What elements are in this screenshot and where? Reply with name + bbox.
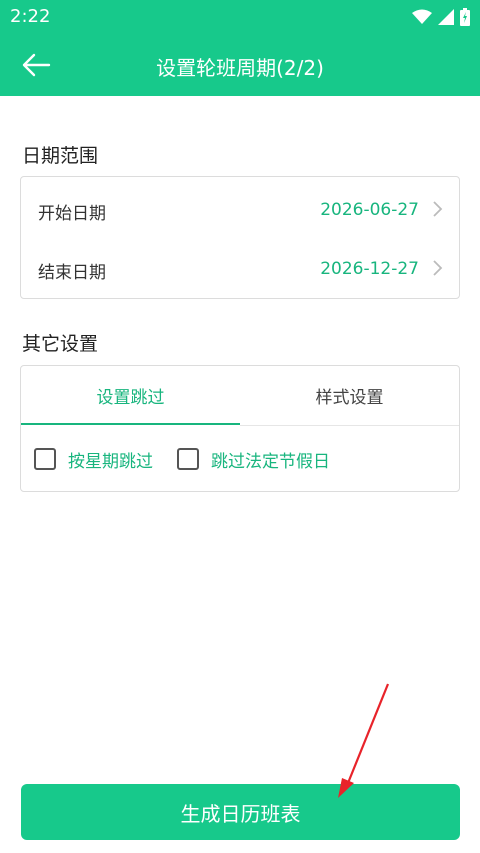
active-tab-indicator (21, 423, 240, 425)
skip-by-weekday-label: 按星期跳过 (68, 451, 153, 472)
tab-skip-settings[interactable]: 设置跳过 (21, 366, 240, 425)
skip-holidays-checkbox[interactable] (177, 448, 199, 470)
app-screen: 2:22 设置轮班周期(2/2) 日期范围 开始日期 2026-06-27 结束… (0, 0, 480, 853)
end-date-value: 2026-12-27 (320, 259, 419, 279)
chevron-right-icon (433, 201, 443, 217)
tab-skip-settings-label: 设置跳过 (96, 388, 165, 408)
chevron-right-icon (433, 260, 443, 276)
skip-holidays-option[interactable]: 跳过法定节假日 (177, 446, 330, 472)
tab-style-settings-label: 样式设置 (315, 388, 384, 408)
other-settings-card: 设置跳过 样式设置 按星期跳过 跳过法定节假日 (20, 365, 460, 492)
date-range-section-title: 日期范围 (22, 145, 99, 167)
annotation-arrow-icon (338, 683, 390, 798)
start-date-label: 开始日期 (38, 204, 106, 224)
start-date-row[interactable]: 开始日期 2026-06-27 (21, 179, 459, 238)
status-time: 2:22 (10, 6, 51, 27)
tab-style-settings[interactable]: 样式设置 (240, 366, 459, 425)
wifi-icon (412, 9, 432, 24)
app-header: 设置轮班周期(2/2) (0, 33, 480, 96)
skip-holidays-label: 跳过法定节假日 (211, 451, 330, 472)
date-range-card: 开始日期 2026-06-27 结束日期 2026-12-27 (20, 176, 460, 299)
signal-icon (438, 9, 454, 25)
skip-by-weekday-option[interactable]: 按星期跳过 (34, 446, 153, 472)
battery-icon (460, 8, 470, 26)
skip-by-weekday-checkbox[interactable] (34, 448, 56, 470)
status-icons (412, 7, 470, 27)
skip-options: 按星期跳过 跳过法定节假日 (21, 426, 459, 492)
settings-tabs: 设置跳过 样式设置 (21, 366, 459, 426)
page-title: 设置轮班周期(2/2) (156, 56, 324, 80)
other-settings-section-title: 其它设置 (22, 333, 99, 355)
end-date-label: 结束日期 (38, 263, 106, 283)
status-bar: 2:22 (0, 0, 480, 33)
start-date-value: 2026-06-27 (320, 200, 419, 220)
end-date-row[interactable]: 结束日期 2026-12-27 (21, 238, 459, 297)
